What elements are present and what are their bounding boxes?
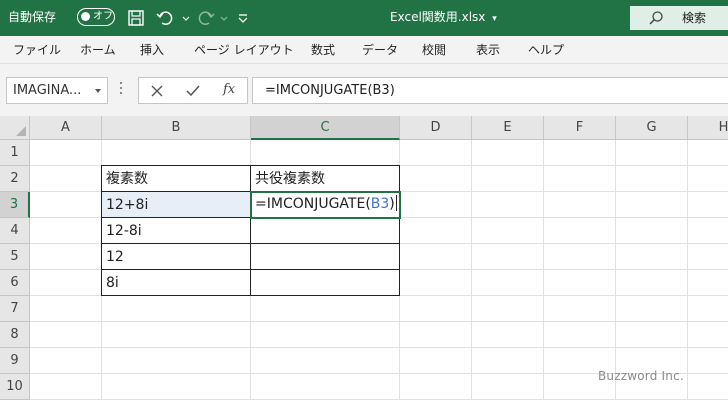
column-header-b[interactable]: B (102, 116, 251, 140)
cell-edit-content: =IMCONJUGATE(B3) (255, 194, 397, 215)
ribbon-tabs: ファイル ホーム 挿入 ページ レイアウト 数式 データ 校閲 表示 ヘルプ (0, 36, 728, 64)
row-header-8[interactable]: 8 (0, 322, 30, 348)
gridline (471, 140, 472, 400)
file-name: Excel関数用.xlsx (390, 10, 486, 24)
column-header-d[interactable]: D (400, 116, 472, 140)
redo-dropdown-icon[interactable] (214, 8, 234, 28)
row-header-9[interactable]: 9 (0, 348, 30, 374)
table-border (101, 243, 400, 244)
formula-bar-buttons: fx (138, 77, 248, 104)
active-cell-c3[interactable]: =IMCONJUGATE(B3) (250, 191, 401, 219)
customize-toolbar-icon[interactable] (233, 8, 253, 28)
gridline (687, 140, 688, 400)
gridline (30, 347, 728, 348)
name-box-value: IMAGINA... (13, 83, 82, 98)
column-header-e[interactable]: E (472, 116, 544, 140)
window-title[interactable]: Excel関数用.xlsx ▾ (390, 9, 497, 27)
redo-icon[interactable] (196, 8, 216, 28)
cancel-icon[interactable] (149, 83, 165, 99)
column-header-a[interactable]: A (30, 116, 102, 140)
select-all-button[interactable] (0, 116, 30, 140)
formula-text: =IMCONJUGATE(B3) (265, 83, 395, 98)
gridline (615, 140, 616, 400)
autosave-label: 自動保存 (8, 10, 57, 24)
save-icon[interactable] (126, 8, 146, 28)
tab-data[interactable]: データ (362, 42, 398, 58)
cell-b6[interactable]: 8i (102, 271, 119, 296)
gridline (543, 140, 544, 400)
autosave-state: オフ (93, 11, 113, 22)
row-header-6[interactable]: 6 (0, 270, 30, 296)
autosave-toggle[interactable]: オフ (77, 8, 115, 26)
row-header-3[interactable]: 3 (0, 192, 30, 218)
search-icon (649, 11, 663, 25)
title-chevron-down-icon: ▾ (492, 14, 497, 24)
name-box[interactable]: IMAGINA... (6, 77, 108, 104)
select-all-icon (16, 126, 26, 136)
toggle-knob (81, 12, 90, 21)
tab-review[interactable]: 校閲 (422, 42, 446, 58)
column-header-h[interactable]: H (688, 116, 728, 140)
row-header-4[interactable]: 4 (0, 218, 30, 244)
table-border (101, 269, 400, 270)
tab-formulas[interactable]: 数式 (311, 42, 335, 58)
cell-b5[interactable]: 12 (102, 245, 124, 270)
edit-reference: B3 (370, 196, 390, 212)
search-box[interactable]: 検索 (630, 6, 728, 30)
tab-file[interactable]: ファイル (13, 42, 61, 58)
insert-function-button[interactable]: fx (223, 82, 235, 97)
cell-b4[interactable]: 12-8i (102, 219, 142, 244)
row-header-5[interactable]: 5 (0, 244, 30, 270)
text-caret (395, 195, 397, 211)
tab-view[interactable]: 表示 (476, 42, 500, 58)
edit-suffix: ) (389, 196, 395, 212)
watermark: Buzzword Inc. (598, 369, 684, 383)
cell-b2[interactable]: 複素数 (102, 167, 148, 192)
column-header-g[interactable]: G (616, 116, 688, 140)
column-header-f[interactable]: F (544, 116, 616, 140)
row-header-1[interactable]: 1 (0, 140, 30, 166)
cell-c2[interactable]: 共役複素数 (251, 167, 325, 192)
worksheet-grid: A B C D E F G H 1 2 3 4 5 6 7 8 9 10 複素数… (0, 116, 728, 400)
undo-dropdown-icon[interactable] (176, 8, 196, 28)
row-header-2[interactable]: 2 (0, 166, 30, 192)
row-header-7[interactable]: 7 (0, 296, 30, 322)
edit-prefix: =IMCONJUGATE( (255, 196, 371, 212)
row-header-10[interactable]: 10 (0, 374, 30, 400)
search-label: 検索 (682, 11, 707, 25)
gridline (30, 321, 728, 322)
tab-page-layout[interactable]: ページ レイアウト (194, 42, 294, 58)
formula-input[interactable]: =IMCONJUGATE(B3) (252, 77, 728, 104)
name-box-dropdown-icon[interactable] (95, 89, 101, 93)
enter-check-icon[interactable] (185, 83, 201, 99)
undo-icon[interactable] (155, 8, 175, 28)
title-bar: 自動保存 オフ Excel関数用.xlsx ▾ 検索 (0, 0, 728, 36)
cell-b3[interactable]: 12+8i (102, 193, 148, 218)
tab-insert[interactable]: 挿入 (140, 42, 164, 58)
column-header-c[interactable]: C (251, 116, 400, 140)
tab-home[interactable]: ホーム (80, 42, 116, 58)
formula-bar-grip-icon[interactable] (120, 82, 123, 96)
formula-bar: IMAGINA... fx =IMCONJUGATE(B3) (0, 64, 728, 116)
tab-help[interactable]: ヘルプ (528, 42, 564, 58)
